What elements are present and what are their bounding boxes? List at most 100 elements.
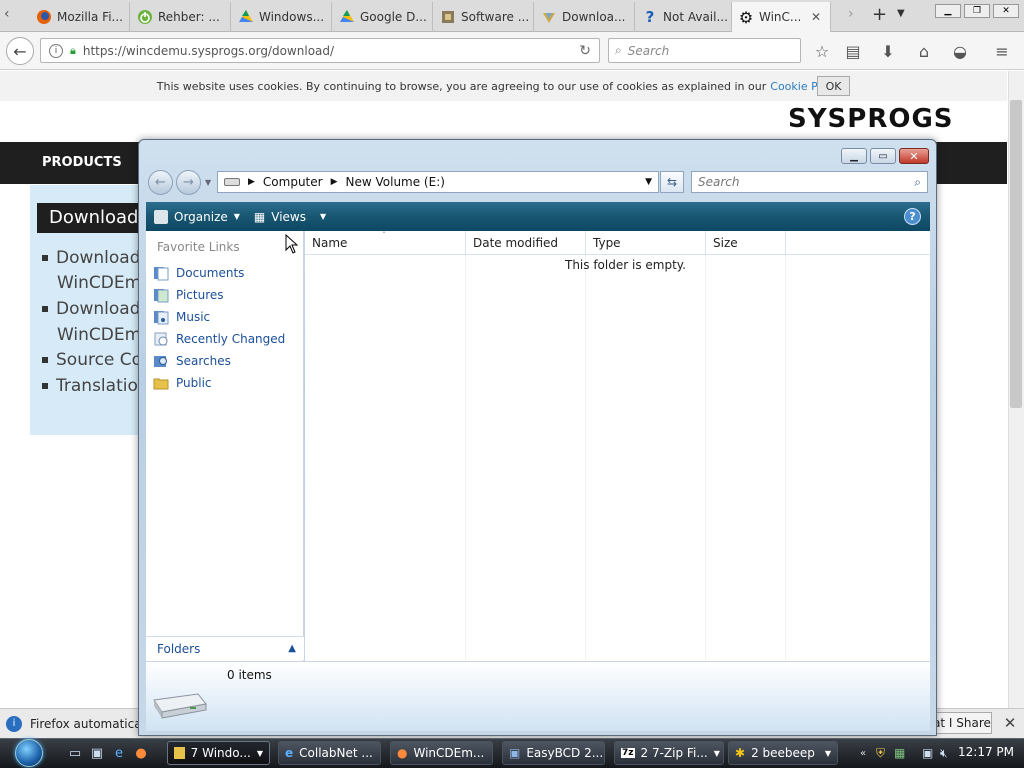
taskbar-item-firefox[interactable]: ● WinCDEm... bbox=[390, 741, 493, 765]
menu-icon[interactable]: ≡ bbox=[990, 40, 1014, 62]
breadcrumb-computer[interactable]: Computer bbox=[263, 175, 323, 189]
tray-security-icon[interactable]: ⛨ bbox=[876, 744, 885, 762]
views-icon: ▦ bbox=[253, 209, 266, 224]
browser-search-bar[interactable]: ⌕ Search bbox=[608, 38, 801, 63]
ie-quicklaunch-icon[interactable]: e bbox=[110, 744, 128, 762]
chevron-down-icon: ▼ bbox=[256, 748, 263, 758]
browser-tab-active[interactable]: ⚙ WinC... ✕ bbox=[731, 2, 831, 32]
explorer-address-bar[interactable]: ▶ Computer ▶ New Volume (E:) ▼ bbox=[217, 171, 659, 193]
tab-label: WinC... bbox=[759, 10, 802, 24]
explorer-close-button[interactable]: ✕ bbox=[899, 148, 929, 164]
side-item-download-2[interactable]: Download bbox=[42, 299, 141, 319]
sysprogs-logo[interactable]: SYSPROGS bbox=[788, 104, 954, 134]
nav-products[interactable]: PRODUCTS bbox=[42, 155, 122, 170]
restore-icon[interactable]: ❐ bbox=[964, 4, 990, 18]
explorer-maximize-button[interactable]: ▭ bbox=[870, 148, 896, 164]
new-tab-icon[interactable]: + bbox=[872, 4, 887, 25]
browser-tab-2[interactable]: Rehber: ... bbox=[131, 2, 231, 32]
browser-tab-5[interactable]: Software ... bbox=[434, 2, 534, 32]
breadcrumb-separator-icon[interactable]: ▶ bbox=[331, 177, 338, 187]
favorite-label: Documents bbox=[176, 266, 245, 280]
favorite-public[interactable]: Public bbox=[153, 375, 212, 391]
explorer-forward-button[interactable]: → bbox=[176, 170, 201, 195]
column-type[interactable]: Type bbox=[586, 231, 706, 255]
address-dropdown-icon[interactable]: ▼ bbox=[645, 177, 652, 187]
organize-button[interactable]: Organize ▼ bbox=[154, 209, 240, 224]
breadcrumb-volume[interactable]: New Volume (E:) bbox=[346, 175, 445, 189]
side-item-source-code[interactable]: Source Co bbox=[42, 350, 142, 370]
recent-pages-icon[interactable]: ▼ bbox=[205, 178, 211, 187]
bookmark-star-icon[interactable]: ☆ bbox=[810, 40, 834, 62]
views-button[interactable]: ▦ Views ▼ bbox=[254, 210, 326, 224]
browser-tab-1[interactable]: Mozilla Fi... bbox=[30, 2, 130, 32]
explorer-search-box[interactable]: Search ⌕ bbox=[691, 171, 928, 193]
explorer-refresh-button[interactable]: ⇆ bbox=[660, 171, 684, 193]
show-desktop-icon[interactable]: ▭ bbox=[66, 744, 84, 762]
pocket-icon[interactable]: ◒ bbox=[948, 40, 972, 62]
folders-toggle[interactable]: Folders ▲ bbox=[146, 636, 304, 660]
breadcrumb-separator-icon[interactable]: ▶ bbox=[248, 177, 255, 187]
notification-close-icon[interactable]: ✕ bbox=[1000, 713, 1020, 733]
favorite-searches[interactable]: Searches bbox=[153, 353, 231, 369]
taskbar-item-collabnet[interactable]: e CollabNet ... bbox=[278, 741, 381, 765]
taskbar-item-beebeep[interactable]: ✱ 2 beebeep ▼ bbox=[728, 741, 838, 765]
pictures-icon bbox=[153, 287, 169, 303]
taskbar-item-7zip[interactable]: 7z 2 7-Zip Fi... ▼ bbox=[614, 741, 724, 765]
bookmarks-list-icon[interactable]: ▤ bbox=[841, 40, 865, 62]
browser-tab-6[interactable]: Downloa... bbox=[535, 2, 635, 32]
tray-app-icon[interactable]: ▦ bbox=[894, 744, 905, 762]
column-date-modified[interactable]: Date modified bbox=[466, 231, 586, 255]
search-icon[interactable]: ⌕ bbox=[914, 175, 921, 190]
browser-tab-4[interactable]: Google D... bbox=[333, 2, 433, 32]
search-icon: ⌕ bbox=[615, 43, 622, 57]
close-tab-icon[interactable]: ✕ bbox=[808, 9, 824, 25]
column-size[interactable]: Size bbox=[706, 231, 786, 255]
question-icon: ? bbox=[645, 8, 655, 26]
back-button[interactable]: ← bbox=[6, 37, 34, 65]
explorer-back-button[interactable]: ← bbox=[148, 170, 173, 195]
side-item-download-1[interactable]: Download bbox=[42, 248, 141, 268]
start-button[interactable] bbox=[8, 738, 50, 768]
browser-tab-7[interactable]: ? Not Avail... bbox=[636, 2, 736, 32]
favorite-pictures[interactable]: Pictures bbox=[153, 287, 224, 303]
downloads-icon[interactable]: ⬇ bbox=[876, 40, 900, 62]
firefox-quicklaunch-icon[interactable]: ● bbox=[132, 744, 150, 762]
volume-muted-icon[interactable]: 🔇︎ bbox=[940, 744, 948, 762]
close-window-icon[interactable]: ✕ bbox=[993, 4, 1019, 18]
switch-windows-icon[interactable]: ▣ bbox=[88, 744, 106, 762]
browser-tab-3[interactable]: Windows... bbox=[232, 2, 332, 32]
software-icon bbox=[440, 9, 456, 25]
tray-expand-icon[interactable]: « bbox=[860, 744, 866, 762]
url-bar[interactable]: i 🔒︎ https://wincdemu.sysprogs.org/downl… bbox=[40, 38, 600, 63]
favorite-label: Searches bbox=[176, 354, 231, 368]
network-icon[interactable]: ▣ bbox=[922, 744, 933, 762]
share-button[interactable]: at I Share bbox=[932, 712, 992, 734]
organize-label: Organize bbox=[174, 209, 228, 224]
taskbar-item-easybcd[interactable]: ▣ EasyBCD 2.... bbox=[502, 741, 605, 765]
task-label: 2 beebeep bbox=[751, 746, 815, 760]
taskbar-item-explorer[interactable]: 7 Windo... ▼ bbox=[167, 741, 270, 765]
cookie-ok-button[interactable]: OK bbox=[817, 76, 850, 96]
help-icon[interactable]: ? bbox=[904, 208, 921, 225]
tabs-scroll-right-icon[interactable]: › bbox=[848, 6, 854, 22]
side-item-translations[interactable]: Translatio bbox=[42, 376, 138, 396]
all-tabs-icon[interactable]: ▼ bbox=[897, 8, 905, 19]
favorite-music[interactable]: Music bbox=[153, 309, 210, 325]
cookie-text: This website uses cookies. By continuing… bbox=[156, 79, 767, 93]
tab-label: Windows... bbox=[259, 10, 325, 24]
explorer-search-placeholder: Search bbox=[698, 175, 740, 189]
tabs-scroll-left-icon[interactable]: ‹ bbox=[4, 6, 18, 26]
page-scrollbar-thumb[interactable] bbox=[1010, 100, 1022, 408]
file-list[interactable] bbox=[305, 231, 930, 661]
reload-icon[interactable]: ↻ bbox=[579, 43, 591, 59]
task-label: 7 Windo... bbox=[190, 746, 251, 760]
info-icon[interactable]: i bbox=[49, 43, 63, 58]
taskbar-clock[interactable]: 12:17 PM bbox=[958, 745, 1014, 759]
lock-icon: 🔒︎ bbox=[70, 43, 76, 57]
favorite-documents[interactable]: Documents bbox=[153, 265, 244, 281]
favorite-label: Pictures bbox=[176, 288, 224, 302]
home-icon[interactable]: ⌂ bbox=[912, 40, 936, 62]
explorer-minimize-button[interactable]: ▁ bbox=[841, 148, 867, 164]
favorite-recently-changed[interactable]: Recently Changed bbox=[153, 331, 285, 347]
minimize-icon[interactable]: ▁ bbox=[935, 4, 961, 18]
